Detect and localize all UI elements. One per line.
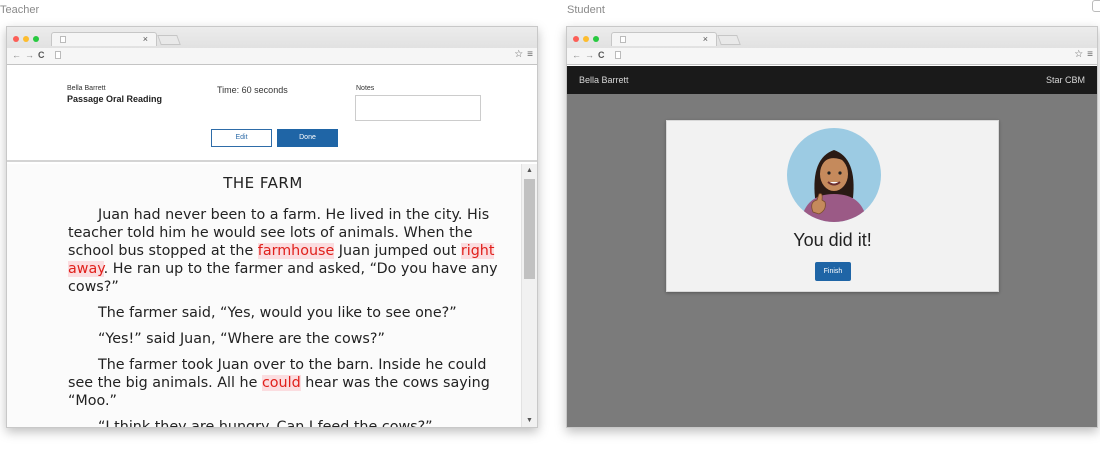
browser-chrome: × ← → C ☆ ≡ (567, 27, 1097, 65)
reload-icon[interactable]: C (598, 50, 605, 60)
brand-label: Star CBM (1045, 75, 1085, 85)
student-browser-window: × ← → C ☆ ≡ Bella Barrett Star CBM You d… (566, 26, 1098, 428)
student-avatar-icon (801, 150, 867, 222)
maximize-window-icon[interactable] (593, 36, 599, 42)
corner-icon (1092, 0, 1100, 12)
passage-title: THE FARM (223, 174, 303, 192)
maximize-window-icon[interactable] (33, 36, 39, 42)
passage-text: Juan jumped out (334, 243, 461, 259)
browser-tab[interactable]: × (611, 32, 717, 46)
passage-scrollbar[interactable]: ▲ ▼ (521, 164, 537, 427)
passage-paragraph: The farmer took Juan over to the barn. I… (68, 356, 503, 410)
passage-paragraph: “I think they are hungry. Can I feed the… (98, 419, 433, 427)
reading-passage: THE FARM Juan had never been to a farm. … (7, 164, 521, 427)
new-tab-button[interactable] (717, 35, 741, 45)
tab-close-icon[interactable]: × (143, 34, 148, 44)
passage-paragraph: The farmer said, “Yes, would you like to… (98, 305, 457, 321)
scroll-thumb[interactable] (524, 179, 535, 279)
finish-button[interactable]: Finish (815, 262, 851, 281)
tab-close-icon[interactable]: × (703, 34, 708, 44)
scroll-up-icon[interactable]: ▲ (526, 167, 533, 174)
browser-tab[interactable]: × (51, 32, 157, 46)
completion-message: You did it! (793, 230, 872, 250)
teacher-browser-window: × ← → C ☆ ≡ Bella Barrett Passage Oral R… (6, 26, 538, 428)
error-word[interactable]: could (261, 375, 301, 391)
bookmark-star-icon[interactable]: ☆ (514, 49, 523, 60)
passage-paragraph: Juan had never been to a farm. He lived … (68, 206, 503, 296)
menu-icon[interactable]: ≡ (1087, 49, 1093, 60)
completion-card: You did it! Finish (666, 120, 999, 292)
student-name: Bella Barrett (67, 85, 106, 92)
teacher-pane-label: Teacher (0, 4, 40, 16)
address-page-icon[interactable] (615, 51, 621, 59)
new-tab-button[interactable] (157, 35, 181, 45)
minimize-window-icon[interactable] (23, 36, 29, 42)
done-button[interactable]: Done (277, 129, 338, 147)
student-name: Bella Barrett (579, 75, 629, 85)
page-icon (620, 36, 626, 43)
window-controls (13, 36, 39, 42)
forward-icon[interactable]: → (25, 50, 34, 60)
address-page-icon[interactable] (55, 51, 61, 59)
reload-icon[interactable]: C (38, 50, 45, 60)
student-app-header: Bella Barrett Star CBM (567, 66, 1097, 94)
navigation-bar: ← → C ☆ ≡ (567, 48, 1097, 64)
forward-icon[interactable]: → (585, 50, 594, 60)
close-window-icon[interactable] (13, 36, 19, 42)
student-pane-label: Student (567, 4, 605, 16)
edit-button[interactable]: Edit (211, 129, 272, 147)
menu-icon[interactable]: ≡ (527, 49, 533, 60)
error-word[interactable]: farmhouse (257, 243, 335, 259)
back-icon[interactable]: ← (12, 50, 21, 60)
window-controls (573, 36, 599, 42)
back-icon[interactable]: ← (572, 50, 581, 60)
scroll-down-icon[interactable]: ▼ (526, 417, 533, 424)
passage-paragraph: “Yes!” said Juan, “Where are the cows?” (98, 331, 385, 347)
navigation-bar: ← → C ☆ ≡ (7, 48, 537, 64)
avatar (787, 128, 881, 222)
minimize-window-icon[interactable] (583, 36, 589, 42)
passage-text: . He ran up to the farmer and asked, “Do… (68, 261, 498, 295)
time-label: Time: 60 seconds (217, 85, 288, 95)
notes-label: Notes (356, 85, 375, 92)
assessment-title: Passage Oral Reading (67, 94, 163, 104)
bookmark-star-icon[interactable]: ☆ (1074, 49, 1083, 60)
student-content: You did it! Finish (567, 94, 1097, 427)
notes-input[interactable] (355, 95, 481, 121)
page-icon (60, 36, 66, 43)
close-window-icon[interactable] (573, 36, 579, 42)
teacher-header: Bella Barrett Passage Oral Reading Time:… (7, 66, 537, 162)
browser-chrome: × ← → C ☆ ≡ (7, 27, 537, 65)
